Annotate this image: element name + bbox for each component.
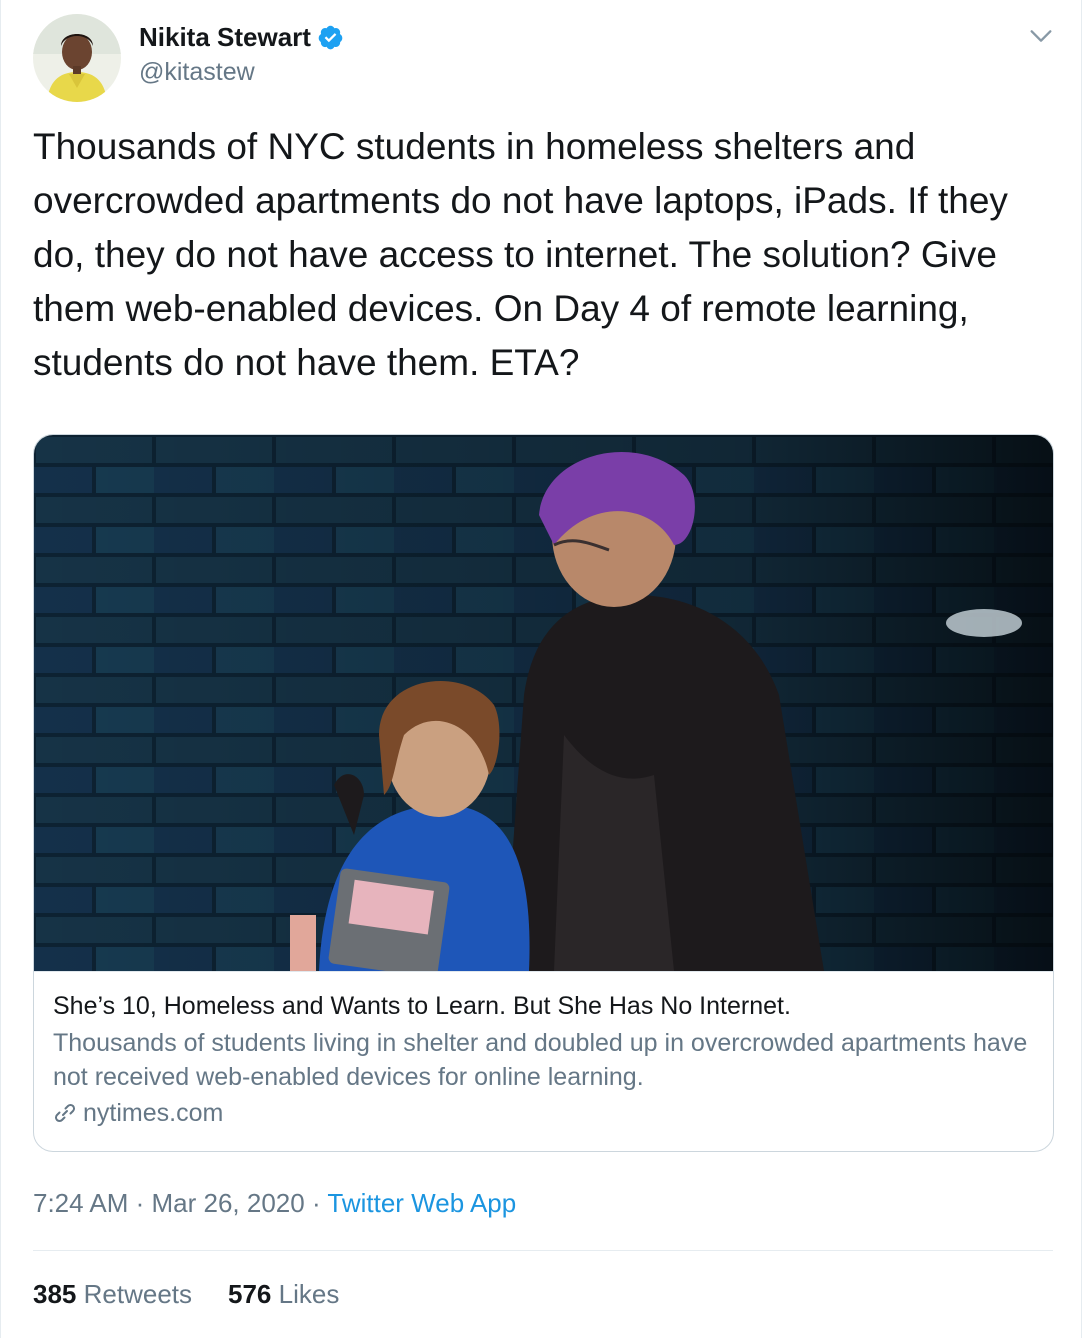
- avatar[interactable]: [33, 14, 121, 102]
- profile-photo-icon: [33, 14, 121, 102]
- tweet-date[interactable]: Mar 26, 2020: [152, 1188, 305, 1218]
- article-photo-icon: [34, 435, 1053, 972]
- link-icon: [54, 1103, 76, 1123]
- card-title: She’s 10, Homeless and Wants to Learn. B…: [53, 992, 791, 1020]
- likes-count: 576: [228, 1279, 272, 1309]
- retweets-label: Retweets: [83, 1279, 193, 1309]
- tweet-source-link[interactable]: Twitter Web App: [327, 1188, 516, 1218]
- verified-badge-icon: [318, 25, 343, 50]
- likes-stat[interactable]: 576 Likes: [228, 1279, 339, 1310]
- card-description: Thousands of students living in shelter …: [53, 1029, 1028, 1091]
- likes-label: Likes: [278, 1279, 340, 1309]
- tweet-time[interactable]: 7:24 AM: [33, 1188, 128, 1218]
- chevron-down-icon[interactable]: [1027, 22, 1055, 50]
- retweets-count: 385: [33, 1279, 77, 1309]
- card-domain-row: nytimes.com: [53, 1096, 1033, 1130]
- author-name-row: Nikita Stewart: [139, 22, 344, 53]
- divider: [33, 1250, 1053, 1251]
- tweet-container: Nikita Stewart @kitastew Thousands of NY…: [0, 0, 1082, 1338]
- author-handle[interactable]: @kitastew: [139, 58, 255, 87]
- author-display-name[interactable]: Nikita Stewart: [139, 22, 311, 53]
- tweet-meta: 7:24 AM · Mar 26, 2020 · Twitter Web App: [33, 1188, 516, 1219]
- link-card[interactable]: She’s 10, Homeless and Wants to Learn. B…: [33, 434, 1054, 1152]
- tweet-text: Thousands of NYC students in homeless sh…: [33, 126, 1008, 383]
- meta-separator: ·: [304, 1188, 328, 1218]
- card-meta: She’s 10, Homeless and Wants to Learn. B…: [53, 990, 1033, 1130]
- meta-separator: ·: [128, 1188, 152, 1218]
- retweets-stat[interactable]: 385 Retweets: [33, 1279, 192, 1310]
- card-domain: nytimes.com: [83, 1099, 224, 1127]
- engagement-stats: 385 Retweets 576 Likes: [33, 1279, 339, 1310]
